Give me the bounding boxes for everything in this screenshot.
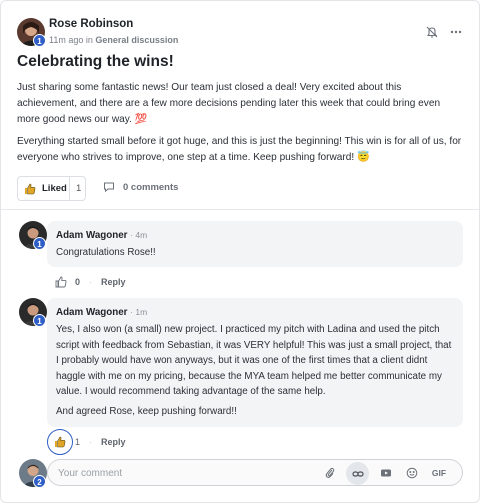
comments-link[interactable]: 0 comments bbox=[103, 181, 178, 193]
comment-bubble: Adam Wagoner · 4m Congratulations Rose!! bbox=[47, 221, 463, 267]
video-icon[interactable] bbox=[379, 466, 393, 480]
comment-author-name[interactable]: Adam Wagoner bbox=[56, 307, 128, 318]
post-header: 1 Rose Robinson 11m ago in General discu… bbox=[17, 16, 463, 48]
reply-button[interactable]: Reply bbox=[101, 437, 126, 447]
link-icon[interactable] bbox=[346, 462, 369, 485]
thumbs-up-icon bbox=[55, 436, 66, 448]
separator: · bbox=[89, 277, 93, 287]
comment-actions: 0 · Reply bbox=[55, 276, 126, 288]
comment-time: · 1m bbox=[130, 307, 148, 317]
author-name[interactable]: Rose Robinson bbox=[49, 18, 133, 30]
post-category[interactable]: General discussion bbox=[95, 35, 178, 45]
comment-input[interactable] bbox=[58, 464, 308, 482]
like-control[interactable]: Liked 1 bbox=[17, 176, 86, 201]
gif-label: GIF bbox=[431, 468, 447, 478]
thumbs-up-icon bbox=[25, 183, 36, 194]
post-title: Celebrating the wins! bbox=[17, 53, 174, 70]
comment-composer: GIF bbox=[47, 459, 463, 486]
gif-button[interactable]: GIF bbox=[430, 466, 448, 480]
emoji-icon[interactable] bbox=[405, 466, 419, 480]
divider bbox=[1, 209, 479, 210]
post-time: 11m ago in bbox=[49, 35, 96, 45]
post-card: 1 Rose Robinson 11m ago in General discu… bbox=[0, 0, 480, 503]
level-badge: 1 bbox=[33, 314, 46, 327]
comments-count: 0 comments bbox=[123, 181, 179, 193]
comment-text: And agreed Rose, keep pushing forward!! bbox=[56, 406, 237, 417]
level-badge: 2 bbox=[33, 475, 46, 488]
post-paragraph: Everything started small before it got h… bbox=[17, 136, 462, 163]
post-meta: 11m ago in General discussion bbox=[49, 35, 178, 45]
comment-text: Yes, I also won (a small) new project. I… bbox=[56, 324, 452, 397]
like-button-active[interactable] bbox=[47, 429, 73, 455]
liked-label: Liked bbox=[42, 183, 67, 194]
liked-button[interactable]: Liked bbox=[18, 177, 70, 200]
comment-author: Adam Wagoner · 4m bbox=[56, 230, 147, 241]
level-badge: 1 bbox=[33, 34, 46, 47]
comment-author-name[interactable]: Adam Wagoner bbox=[56, 230, 128, 241]
separator: · bbox=[89, 437, 93, 447]
comment-text: Congratulations Rose!! bbox=[56, 247, 156, 258]
more-icon[interactable] bbox=[449, 25, 463, 39]
comment-icon bbox=[104, 182, 114, 193]
level-badge: 1 bbox=[33, 237, 46, 250]
comment-like-count: 1 bbox=[75, 437, 81, 447]
comment-time: · 4m bbox=[130, 230, 148, 240]
comment-actions: 1 · Reply bbox=[47, 429, 126, 455]
post-paragraph: Just sharing some fantastic news! Our te… bbox=[17, 82, 441, 125]
bell-off-icon[interactable] bbox=[425, 25, 439, 39]
like-button[interactable] bbox=[55, 276, 67, 288]
comment-bubble: Adam Wagoner · 1m Yes, I also won (a sma… bbox=[47, 298, 463, 427]
comment-author: Adam Wagoner · 1m bbox=[56, 307, 147, 318]
comment-like-count: 0 bbox=[75, 277, 81, 287]
paperclip-icon[interactable] bbox=[323, 466, 337, 480]
like-count[interactable]: 1 bbox=[70, 183, 81, 194]
reply-button[interactable]: Reply bbox=[101, 277, 126, 287]
thumbs-up-icon bbox=[55, 276, 67, 288]
